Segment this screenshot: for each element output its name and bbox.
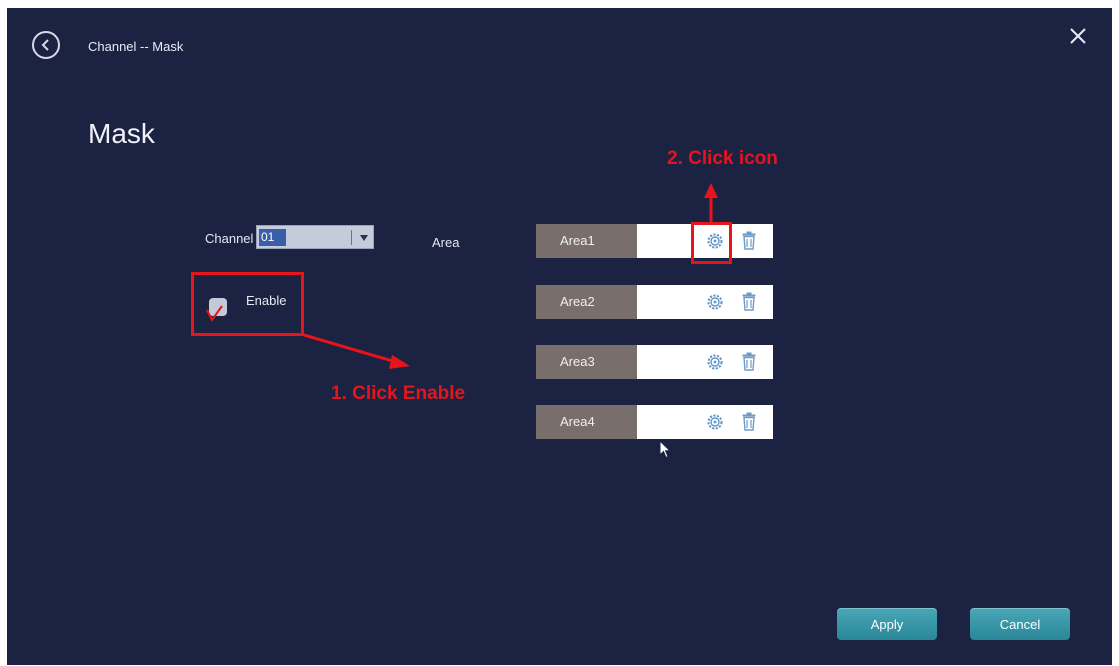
annotation-step-1: 1. Click Enable	[331, 383, 466, 404]
annotation-arrows	[303, 183, 718, 369]
annotation-arrowhead-enable	[389, 355, 410, 369]
annotation-step-2: 2. Click icon	[667, 148, 778, 169]
annotation-arrowhead-icon	[704, 183, 718, 198]
annotation-arrow-enable	[303, 333, 397, 364]
